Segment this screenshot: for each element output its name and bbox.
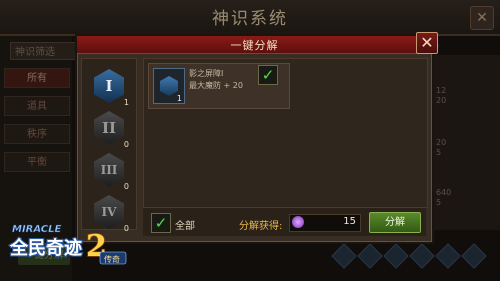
- check-icon: ✓: [261, 66, 275, 84]
- tier-selector: I 1 II 0 III 0 IV 0: [81, 58, 137, 233]
- tier-count: 1: [123, 98, 129, 107]
- logo-sub-text: MIRACLE: [12, 224, 62, 235]
- gain-amount-box: 15: [289, 214, 361, 232]
- logo-tag: 传奇: [104, 254, 120, 264]
- dialog-footer: ✓ 全部 分解获得: 15 分解: [143, 208, 426, 236]
- tier-3-tab[interactable]: III 0: [93, 153, 129, 191]
- tier-count: 0: [123, 182, 129, 191]
- select-all-label: 全部: [175, 221, 195, 232]
- select-all-checkbox[interactable]: ✓: [151, 213, 171, 233]
- hex-gem-icon: [160, 76, 178, 96]
- tier-1-tab[interactable]: I 1: [93, 69, 129, 107]
- item-stat: 最大魔防 + 20: [189, 81, 243, 90]
- shadow-barrier-icon: 1: [153, 68, 185, 104]
- gain-value: 15: [343, 216, 356, 227]
- soul-crystal-icon: [292, 216, 304, 228]
- tier-1-hex-icon: I: [94, 69, 124, 103]
- gain-label: 分解获得:: [239, 221, 283, 232]
- tier-2-hex-icon: II: [94, 111, 124, 145]
- tier-count: 0: [123, 140, 129, 149]
- game-logo: MIRACLE 全民奇迹 2 传奇: [8, 224, 127, 265]
- item-count: 1: [176, 94, 182, 103]
- tier-3-hex-icon: III: [94, 153, 124, 187]
- decompose-item-list: 1 影之屏障I 最大魔防 + 20 ✓: [143, 58, 428, 208]
- tier-2-tab[interactable]: II 0: [93, 111, 129, 149]
- item-name: 影之屏障I: [189, 69, 224, 78]
- check-icon: ✓: [154, 214, 168, 232]
- item-select-checkbox[interactable]: ✓: [258, 65, 278, 85]
- decompose-button[interactable]: 分解: [369, 212, 421, 233]
- logo-main-text: 全民奇迹: [9, 237, 82, 259]
- dialog-title: 一键分解: [230, 39, 279, 52]
- close-icon[interactable]: ✕: [416, 32, 438, 54]
